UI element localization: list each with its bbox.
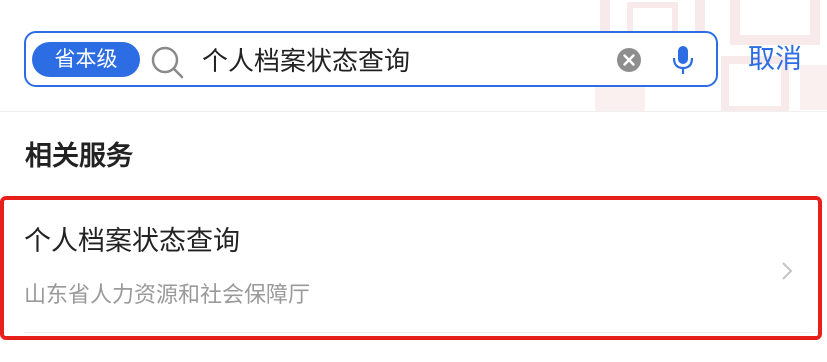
chevron-right-icon	[782, 262, 793, 280]
search-icon	[151, 46, 184, 79]
service-provider: 山东省人力资源和社会保障厅	[24, 283, 311, 308]
section-divider	[0, 111, 827, 112]
search-header: 省本级 取消	[0, 0, 827, 111]
service-result-item[interactable]: 个人档案状态查询 山东省人力资源和社会保障厅	[0, 196, 822, 340]
search-input[interactable]	[202, 39, 602, 79]
service-title: 个人档案状态查询	[24, 226, 240, 257]
microphone-icon[interactable]	[670, 44, 696, 76]
item-divider	[24, 332, 814, 333]
clear-icon[interactable]	[616, 47, 642, 73]
scope-selector[interactable]: 省本级	[32, 42, 140, 77]
section-title: 相关服务	[25, 141, 133, 172]
search-bar: 省本级	[24, 31, 718, 87]
cancel-button[interactable]: 取消	[748, 42, 802, 78]
